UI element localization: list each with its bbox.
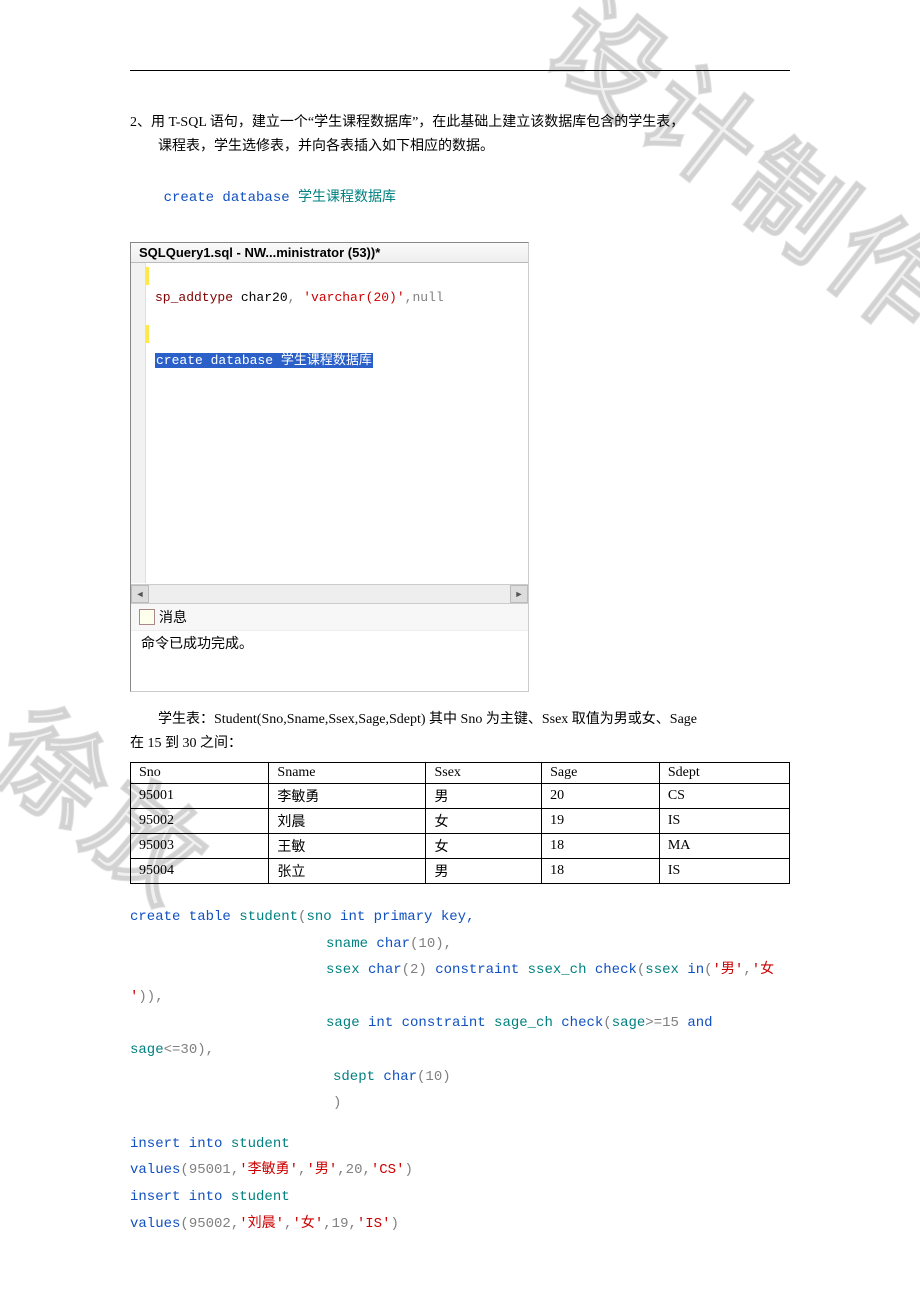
code-line: ssex char(2) constraint ssex_ch check(ss… bbox=[130, 957, 790, 984]
sql-window-title: SQLQuery1.sql - NW...ministrator (53))* bbox=[131, 243, 528, 263]
editor-gutter bbox=[131, 263, 146, 583]
keyword: create database bbox=[164, 190, 290, 206]
scroll-right-icon[interactable]: ► bbox=[510, 585, 528, 603]
code-line: sage int constraint sage_ch check(sage>=… bbox=[130, 1010, 790, 1037]
scroll-left-icon[interactable]: ◄ bbox=[131, 585, 149, 603]
messages-tab[interactable]: 消息 bbox=[131, 603, 528, 630]
sql-editor[interactable]: sp_addtype char20, 'varchar(20)',null cr… bbox=[131, 263, 528, 603]
messages-icon bbox=[139, 609, 155, 625]
table-row: Sno Sname Ssex Sage Sdept bbox=[131, 762, 790, 783]
intro-line-2: 课程表，学生选修表，并向各表插入如下相应的数据。 bbox=[130, 135, 790, 159]
student-desc-1: 学生表：Student(Sno,Sname,Ssex,Sage,Sdept) 其… bbox=[130, 708, 790, 732]
code-create-student: create table student(sno int primary key… bbox=[130, 904, 790, 931]
code-insert-2: insert into student bbox=[130, 1184, 790, 1211]
code-values-1: values(95001,'李敏勇','男',20,'CS') bbox=[130, 1157, 790, 1184]
code-line: sdept char(10) bbox=[130, 1064, 790, 1091]
table-row: 95004 张立 男 18 IS bbox=[131, 858, 790, 883]
student-desc-2: 在 15 到 30 之间： bbox=[130, 732, 790, 756]
table-header: Sno bbox=[131, 762, 269, 783]
table-header: Sage bbox=[542, 762, 660, 783]
selected-sql: create database 学生课程数据库 bbox=[155, 353, 373, 368]
student-table: Sno Sname Ssex Sage Sdept 95001 李敏勇 男 20… bbox=[130, 762, 790, 884]
table-row: 95003 王敏 女 18 MA bbox=[131, 833, 790, 858]
code-line: ')), bbox=[130, 984, 790, 1011]
db-name: 学生课程数据库 bbox=[298, 190, 396, 206]
create-db-line: create database 学生课程数据库 bbox=[130, 159, 790, 239]
sql-query-window: SQLQuery1.sql - NW...ministrator (53))* … bbox=[130, 242, 529, 692]
header-rule bbox=[130, 70, 790, 71]
code-insert-1: insert into student bbox=[130, 1131, 790, 1158]
messages-body: 命令已成功完成。 bbox=[131, 630, 528, 691]
intro-line-1: 2、用 T-SQL 语句，建立一个“学生课程数据库”，在此基础上建立该数据库包含… bbox=[130, 111, 790, 135]
table-header: Sdept bbox=[659, 762, 789, 783]
code-values-2: values(95002,'刘晨','女',19,'IS') bbox=[130, 1211, 790, 1238]
code-line: ) bbox=[130, 1090, 790, 1117]
code-line: sname char(10), bbox=[130, 931, 790, 958]
table-header: Sname bbox=[269, 762, 426, 783]
code-line: sage<=30), bbox=[130, 1037, 790, 1064]
horizontal-scrollbar[interactable]: ◄ ► bbox=[131, 584, 528, 603]
table-row: 95002 刘晨 女 19 IS bbox=[131, 808, 790, 833]
sql-code: sp_addtype char20, 'varchar(20)',null cr… bbox=[155, 267, 522, 392]
messages-tab-label: 消息 bbox=[159, 607, 187, 627]
exec-marker bbox=[145, 325, 149, 343]
table-header: Ssex bbox=[426, 762, 542, 783]
exec-marker bbox=[145, 267, 149, 285]
table-row: 95001 李敏勇 男 20 CS bbox=[131, 783, 790, 808]
